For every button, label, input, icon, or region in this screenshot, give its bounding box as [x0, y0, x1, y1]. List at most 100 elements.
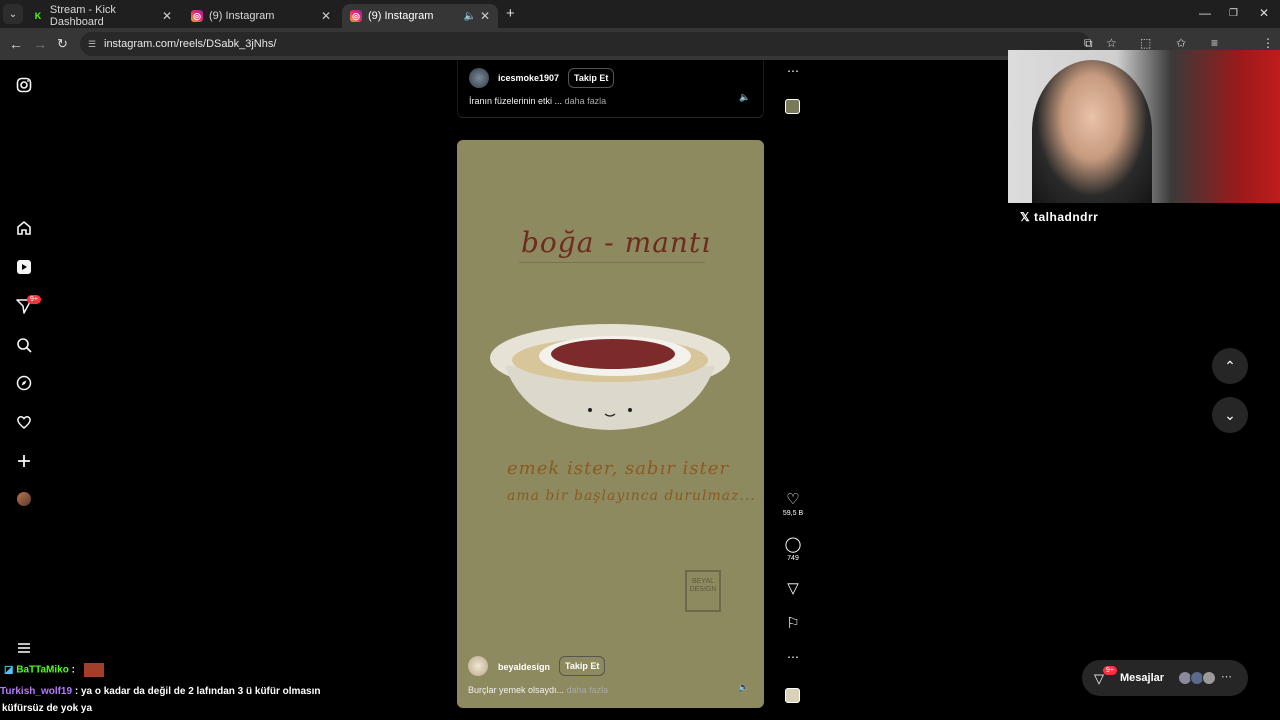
comment-icon[interactable]: ◯ — [780, 535, 806, 553]
share-icon[interactable]: ▽ — [780, 579, 806, 597]
stream-chat-overlay: ◪ BaTTaMiko : Turkish_wolf19 : ya o kada… — [0, 660, 360, 720]
webcam-handle: 𝕏 talhadndrr — [1020, 210, 1098, 224]
audio-thumbnail[interactable] — [785, 99, 800, 114]
artwork-underline — [519, 262, 705, 263]
messages-label: Mesajlar — [1120, 672, 1165, 684]
instagram-icon: ◎ — [191, 10, 203, 22]
save-bookmark-icon[interactable]: ⚐ — [780, 614, 806, 632]
chat-user: BaTTaMiko — [16, 664, 69, 676]
more-link[interactable]: daha fazla — [567, 685, 609, 695]
menu-dots-icon[interactable]: ⋮ — [1262, 36, 1274, 50]
tab-title: (9) Instagram — [209, 10, 275, 22]
more-dots-icon: ⋯ — [1221, 671, 1232, 683]
artist-stamp: BEYAL DESIGN — [685, 570, 721, 612]
reel-footer: beyaldesign Takip Et Burçlar yemek olsay… — [457, 650, 764, 708]
new-tab-button[interactable]: + — [506, 5, 515, 22]
close-icon[interactable]: ✕ — [321, 9, 331, 23]
user-avatar[interactable] — [468, 656, 488, 676]
kick-icon: K — [32, 10, 44, 22]
more-link[interactable]: daha fazla — [565, 96, 607, 106]
caption[interactable]: Burçlar yemek olsaydı... daha fazla — [468, 685, 608, 695]
close-icon[interactable]: ✕ — [162, 9, 172, 23]
forward-icon[interactable]: → — [33, 36, 47, 52]
caption[interactable]: İranın füzelerinin etki ... daha fazla — [469, 96, 606, 106]
next-reel-button[interactable]: ⌄ — [1212, 397, 1248, 433]
manti-bowl-illustration — [490, 324, 730, 430]
close-icon[interactable]: ✕ — [480, 9, 490, 23]
follow-button[interactable]: Takip Et — [568, 68, 615, 88]
chat-user: Turkish_wolf19 — [0, 686, 73, 697]
chat-text: : ya o kadar da değil de 2 lafından 3 ü … — [72, 686, 321, 697]
reels-icon[interactable] — [14, 257, 34, 277]
artwork-line-1: emek ister, sabır ister — [507, 458, 730, 479]
extensions-icon[interactable]: ⬚ — [1140, 36, 1151, 50]
username[interactable]: icesmoke1907 — [498, 73, 559, 83]
badge-icon: ◪ — [4, 664, 14, 676]
restore-icon[interactable]: ❐ — [1229, 8, 1238, 19]
chat-text: : — [68, 664, 75, 676]
create-plus-icon[interactable] — [14, 451, 34, 471]
like-count: 59,5 B — [782, 510, 804, 517]
chat-text: küfürsüz de yok ya — [2, 703, 93, 714]
post-options-icon[interactable]: ⋯ — [780, 64, 806, 78]
install-app-icon[interactable]: ⧉ — [1084, 36, 1093, 51]
favorites-icon[interactable]: ✩ — [1176, 36, 1186, 50]
chat-message: Turkish_wolf19 : ya o kadar da değil de … — [0, 686, 320, 697]
messages-badge: 9+ — [1103, 666, 1117, 675]
x-logo-icon: 𝕏 — [1020, 210, 1031, 224]
like-action[interactable]: ♡ 59,5 B — [780, 490, 806, 517]
audio-thumbnail[interactable] — [785, 688, 800, 703]
tab-instagram-1[interactable]: ◎ (9) Instagram ✕ — [183, 4, 339, 28]
user-avatar[interactable] — [469, 68, 489, 88]
comment-action[interactable]: ◯ 749 — [780, 535, 806, 562]
caption-text: İranın füzelerinin etki ... — [469, 96, 563, 106]
artwork-title: boğa - mantı — [521, 226, 712, 259]
url-field[interactable]: ☰ instagram.com/reels/DSabk_3jNhs/ — [80, 32, 1090, 56]
tab-list-chevron-icon[interactable]: ⌄ — [3, 4, 23, 24]
streamer-silhouette — [1032, 60, 1152, 203]
url-text: instagram.com/reels/DSabk_3jNhs/ — [104, 38, 277, 50]
chat-message: küfürsüz de yok ya — [2, 703, 92, 714]
media-control-icon[interactable]: ≡ — [1211, 36, 1218, 50]
contact-avatar — [1202, 671, 1216, 685]
direct-messages-icon: ▽ — [1094, 671, 1104, 686]
tab-kick-dashboard[interactable]: K Stream - Kick Dashboard ✕ — [24, 4, 180, 28]
speaker-icon[interactable]: 🔈 — [738, 682, 749, 693]
site-info-icon[interactable]: ☰ — [88, 39, 96, 50]
reel-options-icon[interactable]: ⋯ — [780, 650, 806, 664]
previous-reel-footer: icesmoke1907 Takip Et İranın füzelerinin… — [457, 60, 764, 118]
home-icon[interactable] — [14, 218, 34, 238]
bookmark-star-icon[interactable]: ☆ — [1106, 36, 1117, 50]
notification-badge: 9+ — [27, 295, 41, 304]
profile-avatar-icon[interactable] — [17, 492, 31, 506]
handle-text: talhadndrr — [1034, 210, 1099, 224]
comment-count: 749 — [787, 555, 799, 562]
previous-reel-button[interactable]: ⌃ — [1212, 348, 1248, 384]
artwork-line-2: ama bir başlayınca durulmaz... — [507, 488, 756, 504]
instagram-icon: ◎ — [350, 10, 362, 22]
speaker-icon[interactable]: 🔈 — [464, 11, 476, 22]
instagram-sidenav: 9+ — [0, 60, 48, 720]
search-icon[interactable] — [14, 335, 34, 355]
tab-instagram-2[interactable]: ◎ (9) Instagram 🔈 ✕ — [342, 4, 498, 28]
more-menu-icon[interactable] — [14, 638, 34, 658]
tab-title: Stream - Kick Dashboard — [49, 4, 116, 28]
reload-icon[interactable]: ↻ — [57, 36, 68, 52]
minimize-icon[interactable]: — — [1199, 6, 1211, 20]
chat-emote — [83, 663, 104, 677]
caption-text: Burçlar yemek olsaydı... — [468, 685, 565, 695]
follow-button[interactable]: Takip Et — [559, 656, 606, 676]
back-icon[interactable]: ← — [9, 36, 23, 52]
chat-message: ◪ BaTTaMiko : — [4, 663, 104, 677]
window-close-icon[interactable]: ✕ — [1259, 6, 1269, 20]
messages-pill[interactable]: ▽ 9+ Mesajlar ⋯ — [1082, 660, 1248, 696]
username[interactable]: beyaldesign — [498, 662, 550, 672]
heart-icon[interactable] — [14, 412, 34, 432]
reel-video[interactable]: boğa - mantı emek ister, sabır ister ama… — [457, 140, 764, 708]
browser-tab-bar: ⌄ K Stream - Kick Dashboard ✕ ◎ (9) Inst… — [0, 0, 1280, 28]
instagram-logo-icon[interactable] — [14, 75, 34, 95]
speaker-icon[interactable]: 🔈 — [739, 92, 750, 103]
explore-compass-icon[interactable] — [14, 373, 34, 393]
heart-icon[interactable]: ♡ — [780, 490, 806, 508]
tab-title: (9) Instagram — [368, 10, 434, 22]
